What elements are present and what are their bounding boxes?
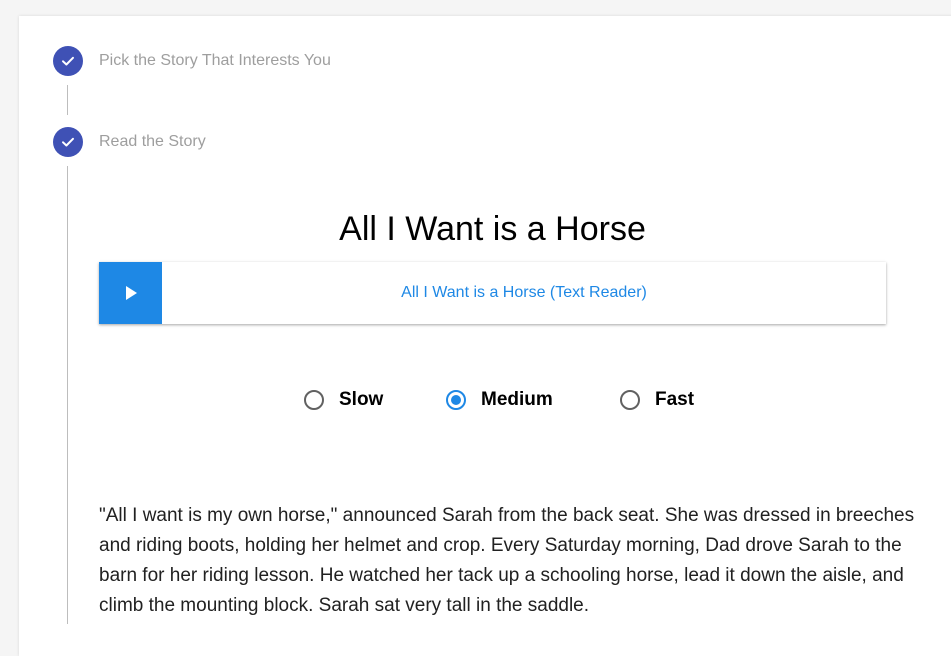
text-reader-player: All I Want is a Horse (Text Reader) xyxy=(99,262,886,324)
step-connector xyxy=(67,85,68,115)
slow-radio[interactable] xyxy=(304,390,324,410)
step-2-label[interactable]: Read the Story xyxy=(99,133,206,151)
speed-label-fast: Fast xyxy=(655,389,695,410)
speed-option-medium[interactable]: Medium xyxy=(446,389,553,411)
text-reader-link[interactable]: All I Want is a Horse (Text Reader) xyxy=(162,262,886,324)
step-1-label[interactable]: Pick the Story That Interests You xyxy=(99,52,331,70)
radio-selected-dot xyxy=(451,395,461,405)
story-title: All I Want is a Horse xyxy=(339,210,646,248)
reading-speed-group: Slow Medium Fast xyxy=(0,389,951,417)
step-1-check-icon xyxy=(53,46,83,76)
play-button[interactable] xyxy=(99,262,162,324)
fast-radio[interactable] xyxy=(620,390,640,410)
speed-option-slow[interactable]: Slow xyxy=(304,389,383,411)
step-2-check-icon xyxy=(53,127,83,157)
speed-option-fast[interactable]: Fast xyxy=(620,389,694,411)
story-paragraph: "All I want is my own horse," announced … xyxy=(99,505,915,616)
medium-radio[interactable] xyxy=(446,390,466,410)
play-icon xyxy=(125,286,137,300)
speed-label-medium: Medium xyxy=(481,389,553,410)
speed-label-slow: Slow xyxy=(339,389,384,410)
